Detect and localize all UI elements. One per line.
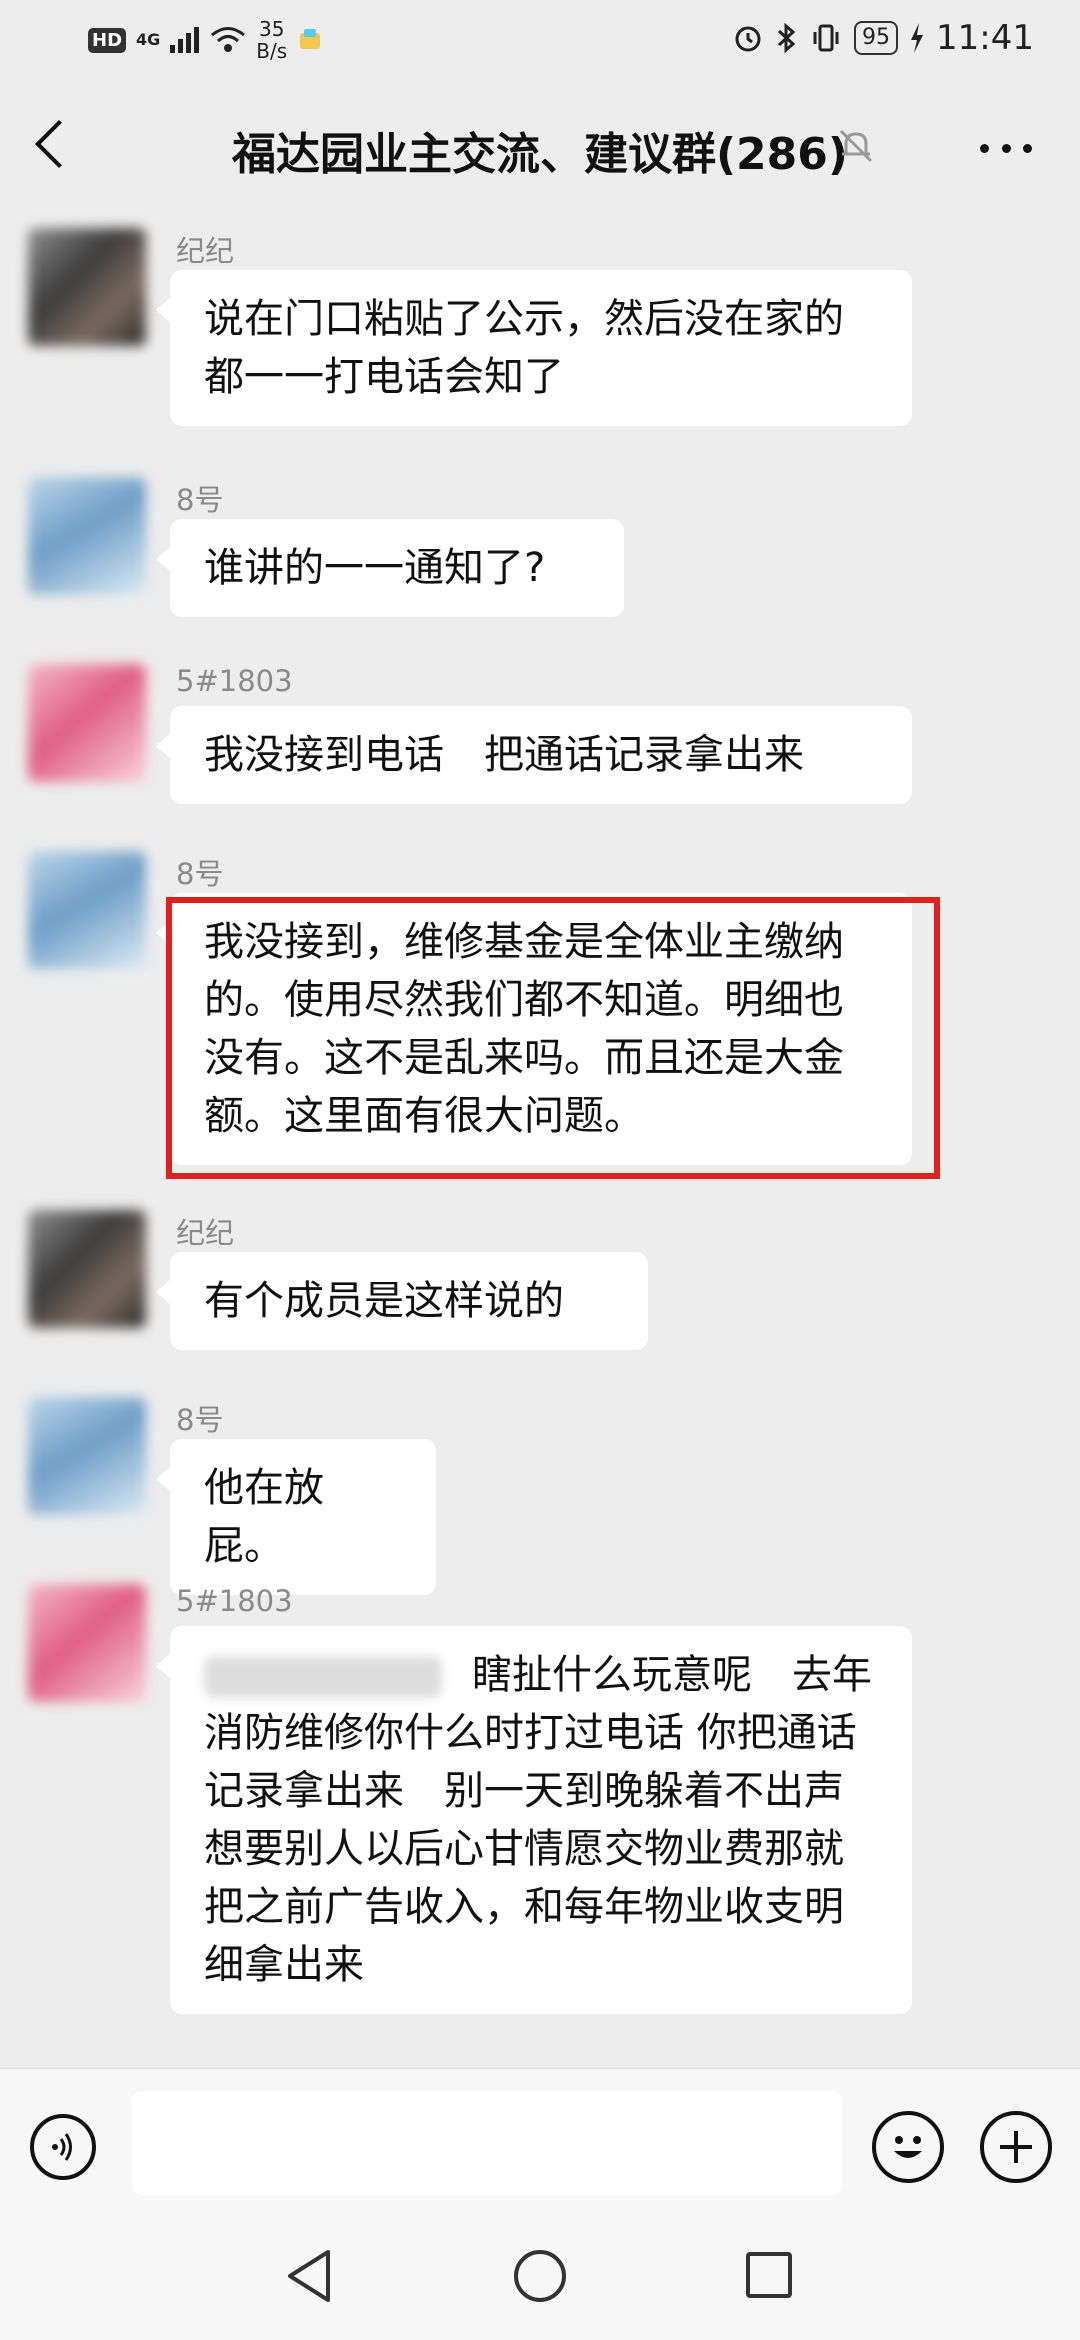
nav-back-icon[interactable] bbox=[284, 2248, 334, 2304]
sender-name: 8号 bbox=[176, 857, 224, 891]
avatar[interactable] bbox=[28, 1584, 146, 1702]
more-dot bbox=[980, 143, 989, 153]
nav-home-icon[interactable] bbox=[514, 2250, 566, 2302]
battery-level: 95 bbox=[854, 21, 899, 55]
message-bubble[interactable]: 我没接到电话 把通话记录拿出来 bbox=[156, 706, 912, 804]
status-bar: HD 4G 35 B/s 95 11:41 bbox=[0, 0, 1080, 80]
plus-icon[interactable] bbox=[980, 2111, 1052, 2183]
mute-bell-icon bbox=[839, 129, 873, 163]
more-dot bbox=[1023, 143, 1032, 153]
chat-input-bar bbox=[0, 2068, 1080, 2219]
red-highlight-box bbox=[166, 897, 940, 1179]
wifi-icon bbox=[211, 27, 246, 52]
speed-unit: B/s bbox=[256, 39, 288, 63]
network-speed: 35 B/s bbox=[256, 18, 287, 62]
vibrate-icon bbox=[813, 24, 839, 52]
charging-icon bbox=[911, 23, 924, 53]
avatar[interactable] bbox=[28, 664, 146, 782]
sender-name: 5#1803 bbox=[176, 1584, 293, 1618]
message-bubble[interactable]: 他在放屁。 bbox=[156, 1439, 436, 1595]
avatar[interactable] bbox=[28, 1397, 146, 1515]
message-bubble[interactable]: 说在门口粘贴了公示，然后没在家的都一一打电话会知了 bbox=[156, 270, 912, 426]
sender-name: 5#1803 bbox=[176, 664, 293, 698]
sender-name: 8号 bbox=[176, 1403, 224, 1437]
blurred-mention bbox=[204, 1656, 442, 1698]
signal-icon bbox=[170, 27, 200, 53]
nav-recent-icon[interactable] bbox=[746, 2252, 792, 2298]
sender-name: 纪纪 bbox=[176, 234, 235, 268]
alarm-icon bbox=[735, 26, 761, 52]
network-type: 4G bbox=[136, 30, 161, 49]
status-left: HD 4G 35 B/s bbox=[88, 18, 323, 62]
chat-title: 福达园业主交流、建议群(286) bbox=[231, 129, 849, 180]
avatar[interactable] bbox=[28, 477, 146, 595]
emoji-icon[interactable] bbox=[872, 2111, 944, 2183]
message-bubble[interactable]: 瞎扯什么玩意呢 去年消防维修你什么时打过电话 你把通话记录拿出来 别一天到晚躲着… bbox=[156, 1626, 912, 2014]
hd-badge: HD bbox=[88, 27, 127, 53]
app-notification-icon bbox=[300, 29, 321, 49]
chat-header: 福达园业主交流、建议群(286) bbox=[0, 80, 1080, 210]
avatar[interactable] bbox=[28, 851, 146, 969]
message-bubble[interactable]: 谁讲的一一通知了? bbox=[156, 519, 624, 617]
bluetooth-icon bbox=[777, 22, 796, 54]
message-bubble[interactable]: 有个成员是这样说的 bbox=[156, 1252, 648, 1350]
voice-icon[interactable] bbox=[30, 2114, 96, 2180]
sender-name: 8号 bbox=[176, 483, 224, 517]
system-nav-bar bbox=[0, 2218, 1080, 2340]
sender-name: 纪纪 bbox=[176, 1216, 235, 1250]
clock: 11:41 bbox=[936, 18, 1034, 58]
more-dot bbox=[1001, 143, 1011, 153]
avatar[interactable] bbox=[28, 1210, 146, 1328]
avatar[interactable] bbox=[28, 228, 146, 346]
status-right: 95 11:41 bbox=[732, 18, 1034, 58]
message-text: 瞎扯什么玩意呢 去年消防维修你什么时打过电话 你把通话记录拿出来 别一天到晚躲着… bbox=[204, 1652, 872, 1988]
more-icon[interactable] bbox=[980, 130, 1032, 166]
speed-value: 35 bbox=[259, 17, 285, 41]
message-input[interactable] bbox=[132, 2091, 842, 2195]
